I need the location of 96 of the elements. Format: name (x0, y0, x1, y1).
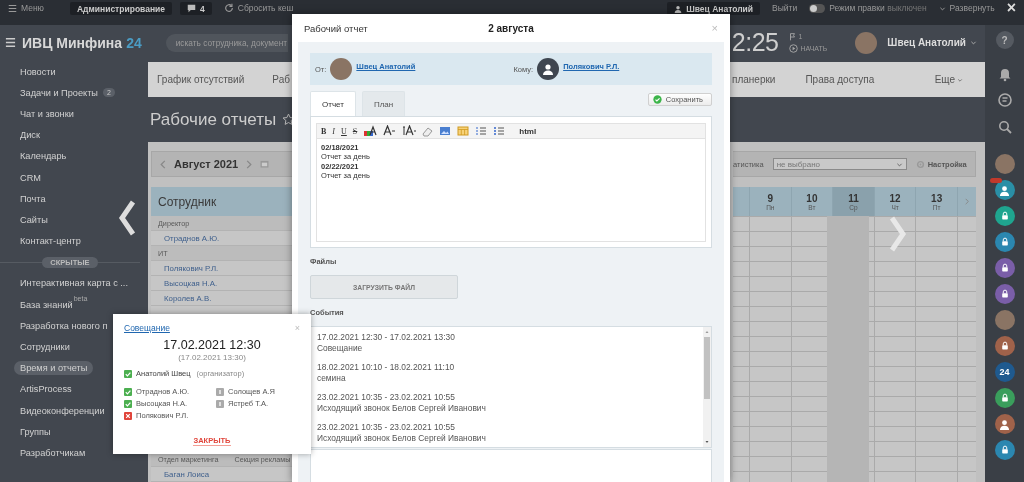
search-field[interactable]: искать сотрудника, документ (165, 33, 288, 52)
lock-avatar[interactable] (994, 440, 1015, 460)
event-link[interactable]: Совещание (124, 323, 170, 333)
image-icon[interactable] (439, 125, 452, 137)
caret-icon (970, 39, 977, 46)
event-title: Совещание (317, 343, 364, 354)
italic-button[interactable]: I (332, 126, 335, 136)
admin-button[interactable]: Администрирование (70, 2, 172, 15)
user-menu[interactable]: Швец Анатолий (887, 37, 977, 48)
tab[interactable]: План (361, 91, 406, 116)
sidebar-item[interactable]: CRM (20, 172, 41, 183)
lock-avatar[interactable] (994, 336, 1015, 356)
sidebar-item[interactable]: Разработчикам (20, 447, 86, 458)
edit-mode-label: Режим правки выключен (829, 3, 927, 13)
sidebar-item[interactable]: ArtisProcess (20, 384, 72, 395)
refresh-icon (223, 3, 234, 13)
event-end: (17.02.2021 13:30) (177, 353, 247, 362)
sidebar-item[interactable]: Чат и звонки (20, 108, 74, 119)
sidebar-item[interactable]: Группы (20, 426, 51, 437)
menu-icon (8, 3, 17, 13)
user-icon (999, 184, 1010, 196)
event-time: 17.02.2021 12:30 - 17.02.2021 13:30 (317, 332, 456, 343)
event-start: 17.02.2021 12:30 (162, 338, 262, 352)
strike-button[interactable]: S (352, 126, 358, 136)
clock-time: 2:25 (731, 28, 779, 57)
flag-icon (788, 32, 796, 41)
event-time: 18.02.2021 10:10 - 18.02.2021 11:10 (317, 362, 456, 373)
sidebar-item[interactable]: Диск (20, 130, 40, 141)
sidebar-item[interactable]: Сотрудники (20, 342, 70, 353)
sidebar-item[interactable]: Сайты (20, 214, 48, 225)
nav-tab[interactable]: Раб (272, 74, 290, 85)
event-time: 23.02.2021 10:35 - 23.02.2021 10:55 (317, 422, 456, 433)
column-header: Сотрудник (158, 194, 217, 209)
nav-tab[interactable]: График отсутствий (157, 74, 245, 85)
font-size-icon[interactable] (383, 125, 397, 137)
event-title: Исходящий звонок Белов Сергей Иванович (317, 403, 487, 414)
tab[interactable]: Отчет (310, 91, 356, 116)
chat-icon[interactable] (996, 92, 1013, 109)
user-icon (999, 418, 1010, 430)
comment-field[interactable] (310, 449, 712, 482)
check-circle-icon (652, 95, 662, 104)
page-title: Рабочие отчеты (150, 109, 277, 130)
bullet-list-icon[interactable] (493, 125, 506, 137)
sidebar-item[interactable]: Новости (20, 66, 56, 77)
avatar-photo-placeholder[interactable] (994, 310, 1015, 330)
html-button[interactable]: html (519, 126, 537, 136)
sidebar-item[interactable]: Задачи и Проекты (20, 87, 98, 98)
underline-button[interactable]: U (341, 126, 347, 136)
logo-number: 24 (126, 34, 142, 51)
menu-icon[interactable] (5, 37, 16, 48)
user-icon (542, 63, 555, 75)
avatar-photo-placeholder (855, 31, 878, 54)
bold-button[interactable]: B (321, 126, 327, 136)
sidebar-item[interactable]: Почта (20, 193, 46, 204)
counter-button[interactable]: 4 (180, 2, 212, 15)
close-button[interactable]: × (1006, 2, 1016, 14)
lock-avatar[interactable] (994, 284, 1015, 304)
avatar-photo-placeholder (330, 58, 353, 80)
dialog-title: Рабочий отчет (304, 22, 369, 34)
event-time: 23.02.2021 10:35 - 23.02.2021 10:55 (317, 392, 456, 403)
nav-tab[interactable]: планерки (732, 74, 776, 85)
lock-avatar[interactable] (994, 388, 1015, 408)
logo-text: ИВЦ Минфина (22, 34, 123, 51)
month-label: Август 2021 (174, 158, 239, 170)
event-title: семина (317, 373, 347, 384)
logout-link[interactable]: Выйти (772, 2, 798, 14)
dialog-date: 2 августа (488, 22, 534, 34)
toggle-switch[interactable] (809, 3, 826, 13)
notification-badge (989, 178, 1002, 183)
search-icon[interactable] (996, 119, 1013, 136)
lock-avatar[interactable] (994, 206, 1015, 226)
sidebar-item[interactable]: База знаний (20, 299, 73, 310)
sidebar-item[interactable]: Контакт-центр (20, 236, 81, 247)
more-tab[interactable]: Еще (934, 74, 963, 85)
gear-icon (915, 159, 925, 169)
caret-icon (957, 76, 963, 83)
chat-avatar[interactable]: 24 (994, 362, 1015, 382)
user-icon (674, 4, 683, 13)
sidebar-item[interactable]: Интерактивная карта с ... (20, 278, 128, 289)
event-title: Исходящий звонок Белов Сергей Иванович (317, 433, 487, 444)
font-color-icon[interactable] (402, 125, 417, 137)
reset-cache-button[interactable]: Сбросить кеш (223, 2, 294, 14)
sidebar-item[interactable]: Разработка нового п (20, 320, 108, 331)
lock-avatar[interactable] (994, 258, 1015, 278)
sidebar-item[interactable]: Календарь (20, 151, 67, 162)
nav-tab[interactable]: Права доступа (805, 74, 875, 85)
expand-button[interactable]: Развернуть (938, 2, 995, 14)
sidebar-item[interactable]: Время и отчеты (14, 361, 94, 376)
user-avatar[interactable] (994, 414, 1015, 434)
sidebar-item[interactable]: Видеоконференции (20, 405, 105, 416)
comment-icon (187, 4, 196, 13)
help-button[interactable]: ? (995, 31, 1014, 49)
play-icon (788, 43, 798, 53)
menu-button[interactable]: Меню (8, 2, 44, 14)
avatar-photo-placeholder[interactable] (994, 154, 1015, 174)
lock-avatar[interactable] (994, 232, 1015, 252)
